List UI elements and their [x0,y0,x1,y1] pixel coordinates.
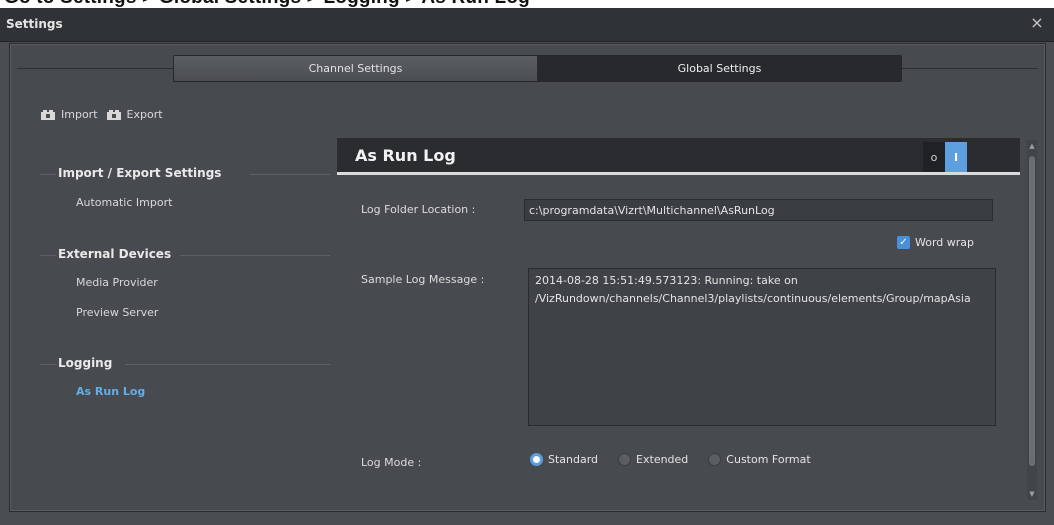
enable-toggle[interactable]: o I [923,142,970,172]
window-titlebar: Settings × [0,8,1054,42]
radio-checked-icon[interactable] [530,453,543,466]
import-export-toolbar: Import Export [40,108,163,121]
import-label: Import [61,108,98,121]
close-icon[interactable]: × [1028,14,1046,32]
tab-channel-settings[interactable]: Channel Settings [174,56,538,81]
export-button[interactable]: Export [106,108,163,121]
panel-header-underline [337,172,1020,175]
sample-log-label: Sample Log Message : [361,273,485,286]
panel-title: As Run Log [355,146,456,165]
tab-global-settings[interactable]: Global Settings [538,56,901,81]
screenshot-stage: Go to Settings > Global Settings > Loggi… [0,0,1054,525]
checkbox-checked-icon[interactable]: ✓ [897,236,910,249]
sidebar-section-logging: Logging [58,356,113,370]
sidebar-item-automatic-import[interactable]: Automatic Import [76,196,172,209]
toggle-on-segment[interactable]: I [945,142,967,172]
radio-label-standard: Standard [548,453,599,466]
section-rule-right [180,255,330,256]
log-folder-input[interactable] [524,199,993,221]
log-folder-label: Log Folder Location : [361,203,476,216]
radio-standard[interactable]: Standard [530,453,598,466]
export-label: Export [126,108,163,121]
radio-unchecked-icon[interactable] [708,453,722,466]
section-rule-left [40,174,56,175]
word-wrap-label: Word wrap [915,236,975,249]
toggle-off-segment[interactable]: o [923,142,945,172]
sidebar-section-external-devices: External Devices [58,247,172,261]
section-rule-left [40,364,56,365]
scroll-up-arrow-icon[interactable]: ▲ [1027,140,1037,152]
section-rule-right [125,364,330,365]
section-rule-right [250,174,330,175]
radio-extended[interactable]: Extended [618,453,688,466]
word-wrap-checkbox[interactable]: ✓ Word wrap [897,236,974,249]
radio-label-extended: Extended [636,453,689,466]
sidebar-item-preview-server[interactable]: Preview Server [76,306,158,319]
window-title: Settings [6,17,63,31]
panel-header: As Run Log o I [337,138,1020,172]
sample-log-textarea[interactable]: 2014-08-28 15:51:49.573123: Running: tak… [528,268,996,426]
scroll-down-arrow-icon[interactable]: ▼ [1027,488,1037,500]
sidebar-section-import-export: Import / Export Settings [58,166,222,180]
log-mode-label: Log Mode : [361,456,422,469]
log-mode-radio-group: Standard Extended Custom Format [530,453,811,466]
radio-label-custom-format: Custom Format [726,453,811,466]
radio-custom-format[interactable]: Custom Format [708,453,811,466]
radio-unchecked-icon[interactable] [618,453,632,466]
settings-tab-bar: Channel Settings Global Settings [173,55,902,82]
import-icon [41,109,55,120]
sidebar-item-media-provider[interactable]: Media Provider [76,276,158,289]
panel-scrollbar[interactable]: ▲ ▼ [1027,140,1037,500]
sidebar-item-as-run-log[interactable]: As Run Log [76,385,145,398]
scroll-thumb[interactable] [1029,156,1035,466]
export-icon [106,109,121,120]
section-rule-left [40,255,56,256]
import-button[interactable]: Import [40,108,98,121]
